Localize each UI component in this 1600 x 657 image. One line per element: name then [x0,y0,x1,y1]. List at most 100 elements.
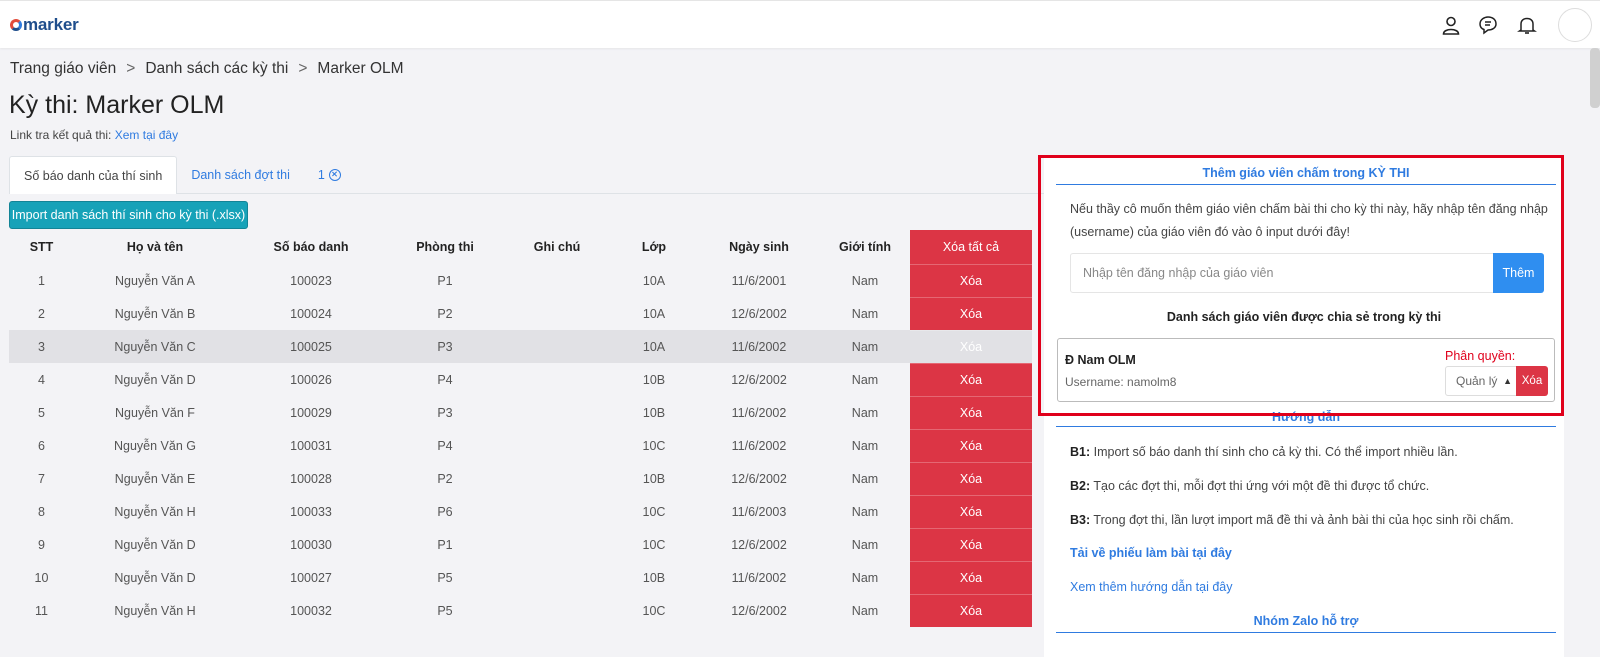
row-stt: 6 [38,438,45,453]
row-candidate-number: 100031 [290,438,332,453]
row-note [504,594,610,627]
page-scrollbar[interactable] [1590,48,1600,108]
row-stt: 4 [38,372,45,387]
guide-step-2: B2: Tạo các đợt thi, mỗi đợt thi ứng với… [1070,479,1430,493]
tab-exam-sessions[interactable]: Danh sách đợt thi [177,156,304,193]
row-name: Nguyễn Văn F [115,405,195,420]
more-guide-link[interactable]: Xem thêm hướng dẫn tại đây [1070,580,1233,594]
row-stt: 3 [9,330,74,363]
table-row: 10 Nguyễn Văn D 100027 P5 10B 11/6/2002 Nam Xóa [9,560,1032,594]
breadcrumb-teacher-home[interactable]: Trang giáo viên [10,60,116,78]
delete-row-button[interactable]: Xóa [910,494,1032,528]
tab-candidate-numbers[interactable]: Số báo danh của thí sinh [9,156,178,194]
delete-row-button[interactable]: Xóa [910,329,1032,363]
delete-row-button[interactable]: Xóa [910,527,1032,561]
row-candidate-number: 100025 [236,330,386,363]
table-row: 9 Nguyễn Văn D 100030 P1 10C 12/6/2002 Nam Xóa [9,527,1032,561]
row-gender: Nam [851,537,879,552]
students-table: STT Họ và tên Số báo danh Phòng thi Ghi … [9,230,1032,627]
row-birthdate: 12/6/2002 [731,372,787,387]
row-class: 10C [642,537,666,552]
close-circle-icon[interactable] [328,168,341,181]
row-gender: Nam [851,306,879,321]
delete-row-button[interactable]: Xóa [910,560,1032,594]
breadcrumb-separator: > [126,60,136,77]
chat-icon[interactable] [1470,1,1508,49]
row-room: P5 [437,603,453,618]
row-room: P5 [437,570,453,585]
user-icon[interactable] [1432,1,1470,49]
download-answer-sheet-link[interactable]: Tải về phiếu làm bài tại đây [1070,546,1232,560]
row-room: P3 [386,330,504,363]
row-name: Nguyễn Văn E [114,471,196,486]
row-class: 10B [642,372,666,387]
guide-step-1: B1: Import số báo danh thí sinh cho cả k… [1070,445,1458,459]
highlight-frame [1038,155,1564,416]
breadcrumb-separator: > [298,60,308,77]
row-room: P4 [437,372,453,387]
row-note [504,396,610,429]
row-candidate-number: 100027 [290,570,332,585]
tab-session-1[interactable]: 1 [304,156,355,193]
row-candidate-number: 100033 [290,504,332,519]
delete-row-button[interactable]: Xóa [910,428,1032,462]
header-candidate-number: Số báo danh [273,240,349,254]
row-note [504,495,610,528]
bell-icon[interactable] [1508,1,1546,49]
delete-row-button[interactable]: Xóa [910,593,1032,627]
row-stt: 8 [38,504,45,519]
row-stt: 5 [38,405,45,420]
row-class: 10C [642,504,666,519]
row-candidate-number: 100024 [290,306,332,321]
row-birthdate: 12/6/2002 [731,537,787,552]
header-gender: Giới tính [839,240,891,254]
row-name: Nguyễn Văn H [114,603,196,618]
row-gender: Nam [851,570,879,585]
row-gender: Nam [851,405,879,420]
table-row: 11 Nguyễn Văn H 100032 P5 10C 12/6/2002 Nam Xóa [9,593,1032,627]
delete-row-button[interactable]: Xóa [910,461,1032,495]
header-name: Họ và tên [126,240,184,254]
import-students-button[interactable]: Import danh sách thí sinh cho kỳ thi (.x… [9,201,248,229]
delete-row-button[interactable]: Xóa [910,263,1032,297]
table-row: 8 Nguyễn Văn H 100033 P6 10C 11/6/2003 Nam Xóa [9,494,1032,528]
row-note [504,561,610,594]
row-note [504,330,610,363]
delete-row-button[interactable]: Xóa [910,362,1032,396]
app-logo[interactable]: marker [10,15,79,35]
row-name: Nguyễn Văn B [114,306,196,321]
header-class: Lớp [641,240,667,254]
row-gender: Nam [851,438,879,453]
header-note: Ghi chú [533,240,581,254]
row-name: Nguyễn Văn H [114,504,196,519]
delete-all-button[interactable]: Xóa tất cả [910,230,1032,264]
row-gender: Nam [851,372,879,387]
row-stt: 7 [38,471,45,486]
row-stt: 2 [38,306,45,321]
row-candidate-number: 100030 [290,537,332,552]
row-room: P6 [437,504,453,519]
row-room: P1 [437,537,453,552]
row-name: Nguyễn Văn D [114,372,196,387]
zalo-support-heading: Nhóm Zalo hỗ trợ [1056,614,1556,633]
delete-row-button[interactable]: Xóa [910,296,1032,330]
logo-icon [10,19,22,31]
breadcrumb-exam-list[interactable]: Danh sách các kỳ thi [145,60,288,78]
row-name: Nguyễn Văn A [115,273,195,288]
row-note [504,462,610,495]
row-stt: 1 [38,273,45,288]
row-birthdate: 11/6/2002 [731,570,787,585]
delete-row-button[interactable]: Xóa [910,395,1032,429]
result-link-line: Link tra kết quả thi: Xem tại đây [10,128,178,142]
header-room: Phòng thi [416,240,474,254]
row-candidate-number: 100026 [290,372,332,387]
table-row: 4 Nguyễn Văn D 100026 P4 10B 12/6/2002 Nam Xóa [9,362,1032,396]
row-class: 10B [642,405,666,420]
table-row: 1 Nguyễn Văn A 100023 P1 10A 11/6/2001 Nam Xóa [9,263,1032,297]
header-stt: STT [29,240,54,254]
avatar[interactable] [1558,8,1592,42]
row-name: Nguyễn Văn D [114,537,196,552]
result-link[interactable]: Xem tại đây [115,128,178,142]
row-room: P1 [437,273,453,288]
table-row: 3 Nguyễn Văn C 100025 P3 10A 11/6/2002 Nam Xóa [9,329,1032,363]
